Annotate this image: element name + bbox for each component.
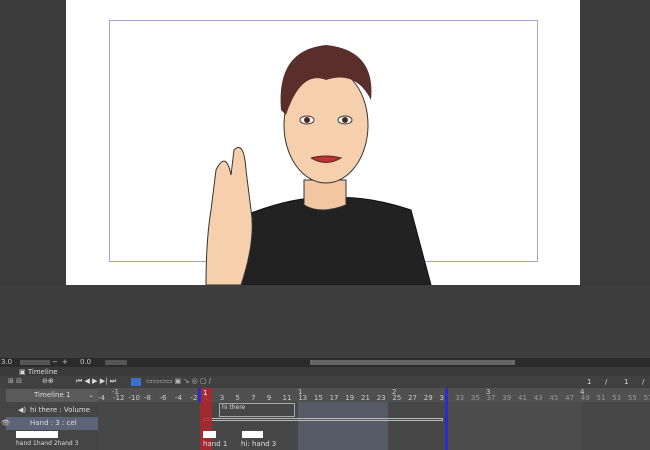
ruler-tick: 21 (361, 394, 370, 402)
ruler-tick: 53 (612, 394, 622, 402)
character-illustration (205, 45, 432, 285)
section-marker: 3 (486, 388, 491, 396)
ruler-tick: 29 (423, 394, 433, 402)
playback-controls[interactable]: ⏮ ◀ ▶ ▶| ⏭ (76, 377, 116, 386)
ruler-tick: 51 (596, 394, 606, 402)
section-marker: 4 (580, 388, 585, 396)
timeline-select[interactable]: Timeline 1 ⌄ (6, 389, 98, 402)
canvas-control-bar: 3.0 − + 0.0 (0, 358, 650, 367)
ruler-tick: 23 (376, 394, 386, 402)
cel-hand-3[interactable] (242, 431, 263, 438)
cel-thumbnails[interactable] (16, 431, 58, 438)
cel-track-bar[interactable] (203, 418, 443, 421)
ruler-tick: 41 (518, 394, 527, 402)
ruler-tick: -4 (175, 394, 182, 402)
ruler-tick: 27 (408, 394, 418, 402)
zoom-in-button[interactable]: + (62, 358, 68, 366)
ruler-tick: 55 (627, 394, 637, 402)
ruler-tick: -10 (128, 394, 140, 402)
rotation-value[interactable]: 3.0 (1, 358, 12, 366)
ruler-tick: 17 (329, 394, 339, 402)
timeline-panel: ▣ Timeline ⊞ ⊟ ⊖⊕ ⏮ ◀ ▶ ▶| ⏭ ▭▭▭▭ ▣ ↘ ◎ … (0, 367, 650, 450)
layer-hand[interactable]: 👁 Hand : 3 : cel (1, 417, 98, 430)
frame-ruler[interactable]: -4-12-10-8-6-4-2135791113151719212325272… (98, 388, 650, 402)
ruler-tick: 43 (533, 394, 543, 402)
section-marker: -1 (112, 388, 119, 396)
ruler-tick: -2 (190, 394, 198, 402)
ruler-tick: 7 (251, 394, 256, 402)
eye-icon[interactable]: 👁 (1, 419, 10, 427)
timeline-tab[interactable]: ▣ Timeline (19, 368, 58, 376)
zoom-icons[interactable]: ⊖⊕ (42, 377, 54, 385)
chevron-down-icon: ⌄ (88, 391, 94, 399)
end-marker[interactable] (445, 388, 448, 450)
ruler-tick: 19 (345, 394, 355, 402)
audio-clip[interactable]: hi there (219, 403, 295, 417)
cel-hand-1[interactable] (203, 431, 216, 438)
zoom-slider[interactable] (20, 360, 50, 365)
ruler-tick: 5 (235, 394, 240, 402)
ruler-tick: -4 (98, 394, 105, 402)
new-timeline-icon[interactable]: ⊞ ⊟ (8, 377, 22, 385)
ruler-tick: 57 (643, 394, 650, 402)
ruler-tick: 45 (549, 394, 559, 402)
ruler-tick: 39 (502, 394, 512, 402)
ruler-tick: 33 (455, 394, 465, 402)
horizontal-scrollbar[interactable] (310, 360, 515, 365)
ruler-tick: -6 (159, 394, 167, 402)
speaker-icon: ◀) (18, 406, 27, 414)
layer-audio[interactable]: ◀) hi there : Volume (6, 404, 98, 417)
timeline-icon: ▣ (19, 368, 28, 376)
zoom-out-button[interactable]: − (52, 358, 58, 366)
stage-background (0, 285, 650, 358)
ruler-tick: 3 (219, 394, 225, 402)
section-marker: 2 (392, 388, 397, 396)
loop-toggle[interactable] (131, 378, 141, 386)
angle-slider[interactable] (105, 360, 127, 365)
ruler-tick: 35 (470, 394, 480, 402)
cel-tools[interactable]: ▭▭▭▭ ▣ ↘ ◎ ▢ ∕ (146, 377, 211, 385)
ruler-tick: 11 (282, 394, 292, 402)
section-marker: 1 (298, 388, 303, 396)
ruler-tick: 47 (565, 394, 575, 402)
ruler-tick: 9 (266, 394, 272, 402)
ruler-tick: -8 (144, 394, 151, 402)
angle-value[interactable]: 0.0 (80, 358, 91, 366)
start-marker[interactable] (198, 388, 201, 402)
drawing-canvas[interactable] (66, 0, 580, 285)
ruler-tick: 15 (313, 394, 323, 402)
timeline-toolbar: ⊞ ⊟ ⊖⊕ ⏮ ◀ ▶ ▶| ⏭ ▭▭▭▭ ▣ ↘ ◎ ▢ ∕ 1 / 1 / (0, 376, 650, 388)
